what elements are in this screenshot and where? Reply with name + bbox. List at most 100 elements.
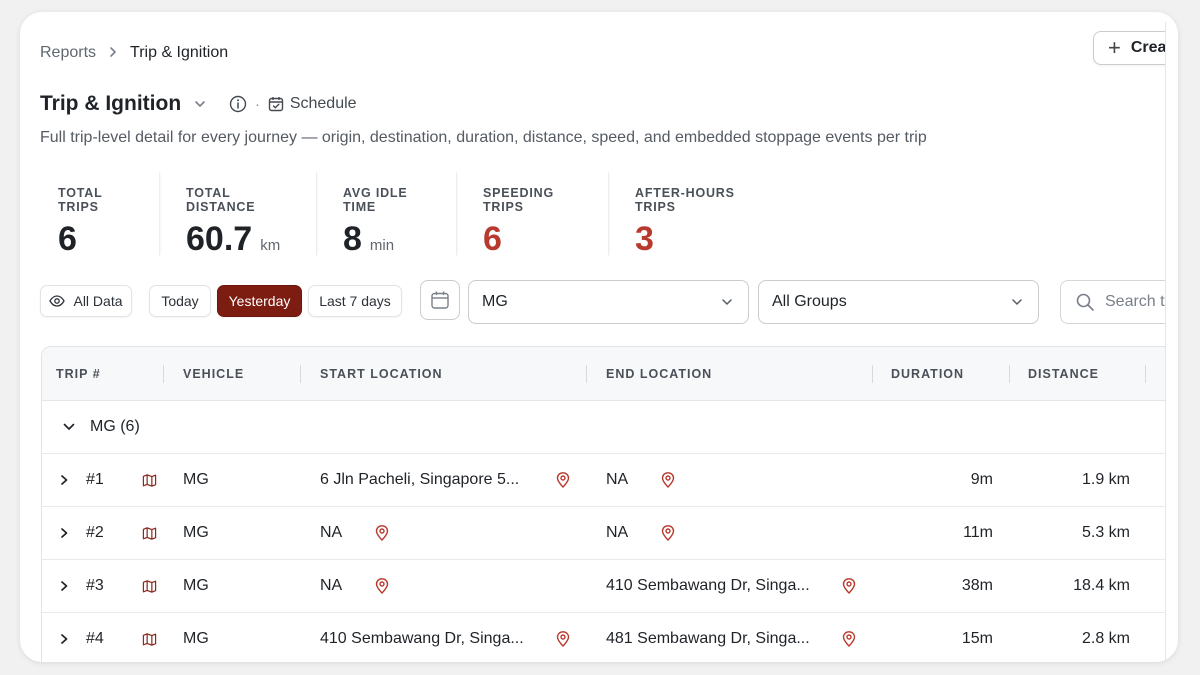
stat-number: 3 — [635, 220, 654, 258]
last-7-days-button[interactable]: Last 7 days — [308, 285, 402, 317]
stat-label: TOTAL TRIPS — [58, 186, 103, 214]
map-icon[interactable] — [142, 613, 157, 662]
column-divider[interactable] — [872, 365, 873, 383]
end-location-cell: 410 Sembawang Dr, Singa... — [606, 577, 810, 594]
trip-number: #3 — [86, 577, 104, 594]
all-data-label: All Data — [73, 293, 123, 309]
last-7-days-label: Last 7 days — [319, 293, 391, 309]
column-header-start-location[interactable]: START LOCATION — [320, 347, 443, 401]
end-location-cell: NA — [606, 471, 629, 488]
create-button[interactable]: + Crea — [1093, 31, 1166, 65]
calendar-check-icon — [268, 97, 284, 112]
column-divider[interactable] — [300, 365, 301, 383]
group-select[interactable]: All Groups — [758, 280, 1039, 324]
expand-chevron-icon[interactable] — [58, 560, 70, 612]
trip-number: #1 — [86, 471, 104, 488]
column-header-trip[interactable]: TRIP # — [56, 347, 101, 401]
vehicle-cell: MG — [183, 630, 209, 647]
app-frame: Reports Trip & Ignition + Crea Trip & Ig… — [20, 12, 1178, 662]
start-location-cell: NA — [320, 524, 343, 541]
table-row[interactable]: #4 MG 410 Sembawang Dr, Singa... 481 Sem… — [42, 613, 1165, 662]
group-label: MG (6) — [90, 418, 140, 435]
distance-cell: 18.4 km — [1073, 577, 1130, 594]
create-button-label: Crea — [1130, 39, 1166, 56]
chevron-down-icon — [722, 299, 732, 305]
breadcrumb-reports-link[interactable]: Reports — [40, 44, 96, 62]
column-header-distance[interactable]: DISTANCE — [1028, 347, 1099, 401]
title-row: Trip & Ignition · Schedule — [40, 92, 357, 116]
start-location-cell: NA — [320, 577, 343, 594]
start-location-cell: 410 Sembawang Dr, Singa... — [320, 630, 524, 647]
vehicle-select-value: MG — [482, 293, 508, 310]
map-icon[interactable] — [142, 454, 157, 506]
stat-value: 60.7 km — [186, 220, 298, 259]
vehicle-select[interactable]: MG — [468, 280, 749, 324]
stat-speeding-trips: SPEEDING TRIPS 6 — [457, 172, 609, 258]
column-divider[interactable] — [586, 365, 587, 383]
stat-total-trips: TOTAL TRIPS 6 — [32, 172, 160, 259]
table-row[interactable]: #2 MG NA NA 11m 5.3 km — [42, 507, 1165, 560]
chevron-down-icon[interactable] — [193, 97, 207, 111]
table-row[interactable]: #3 MG NA 410 Sembawang Dr, Singa... 38m … — [42, 560, 1165, 613]
vehicle-cell: MG — [183, 577, 209, 594]
location-pin-icon[interactable] — [556, 472, 570, 493]
schedule-button[interactable]: Schedule — [268, 95, 357, 113]
map-icon[interactable] — [142, 507, 157, 559]
schedule-label: Schedule — [289, 95, 357, 112]
group-row-mg[interactable]: MG (6) — [42, 401, 1165, 454]
stat-label: AFTER-HOURS TRIPS — [635, 186, 735, 214]
stat-number: 8 — [343, 220, 362, 258]
stat-after-hours-trips: AFTER-HOURS TRIPS 3 — [609, 172, 789, 259]
search-input[interactable]: Search tr — [1060, 280, 1165, 324]
duration-cell: 9m — [970, 471, 993, 488]
today-button[interactable]: Today — [149, 285, 211, 317]
table-row[interactable]: #1 MG 6 Jln Pacheli, Singapore 5... NA 9… — [42, 454, 1165, 507]
column-divider[interactable] — [1145, 365, 1146, 383]
stat-label: SPEEDING TRIPS — [483, 186, 554, 214]
expand-chevron-icon[interactable] — [58, 507, 70, 559]
expand-chevron-icon[interactable] — [58, 454, 70, 506]
end-location-cell: 481 Sembawang Dr, Singa... — [606, 630, 810, 647]
info-icon[interactable] — [229, 95, 247, 113]
column-header-duration[interactable]: DURATION — [891, 347, 964, 401]
page-title: Trip & Ignition — [40, 92, 182, 115]
end-location-cell: NA — [606, 524, 629, 541]
date-picker-button[interactable] — [420, 280, 460, 320]
chevron-down-icon[interactable] — [62, 420, 76, 434]
vehicle-cell: MG — [183, 524, 209, 541]
all-data-button[interactable]: All Data — [40, 285, 132, 317]
location-pin-icon[interactable] — [375, 578, 389, 599]
map-icon[interactable] — [142, 560, 157, 612]
trips-table: TRIP # VEHICLE START LOCATION END LOCATI… — [41, 346, 1165, 662]
stat-value: 3 — [635, 220, 771, 259]
expand-chevron-icon[interactable] — [58, 613, 70, 662]
location-pin-icon[interactable] — [842, 631, 856, 652]
search-icon — [1076, 293, 1094, 311]
dot-separator: · — [255, 96, 260, 112]
duration-cell: 11m — [963, 524, 993, 541]
yesterday-button[interactable]: Yesterday — [217, 285, 302, 317]
column-divider[interactable] — [163, 365, 164, 383]
location-pin-icon[interactable] — [661, 472, 675, 493]
location-pin-icon[interactable] — [375, 525, 389, 546]
stat-number: 6 — [483, 220, 502, 258]
stat-label: AVG IDLE TIME — [343, 186, 408, 214]
yesterday-label: Yesterday — [228, 293, 291, 309]
duration-cell: 38m — [961, 577, 993, 594]
location-pin-icon[interactable] — [842, 578, 856, 599]
distance-cell: 2.8 km — [1081, 630, 1130, 647]
duration-cell: 15m — [961, 630, 993, 647]
stat-value: 6 — [58, 220, 141, 259]
eye-icon — [49, 295, 66, 307]
column-header-end-location[interactable]: END LOCATION — [606, 347, 712, 401]
location-pin-icon[interactable] — [661, 525, 675, 546]
location-pin-icon[interactable] — [556, 631, 570, 652]
breadcrumb: Reports Trip & Ignition — [40, 44, 228, 62]
column-divider[interactable] — [1009, 365, 1010, 383]
breadcrumb-chevron-icon — [108, 45, 118, 61]
group-select-value: All Groups — [772, 293, 847, 310]
stat-value: 8 min — [343, 220, 438, 259]
column-header-vehicle[interactable]: VEHICLE — [183, 347, 244, 401]
trip-number: #4 — [86, 630, 104, 647]
stat-label: TOTAL DISTANCE — [186, 186, 256, 214]
